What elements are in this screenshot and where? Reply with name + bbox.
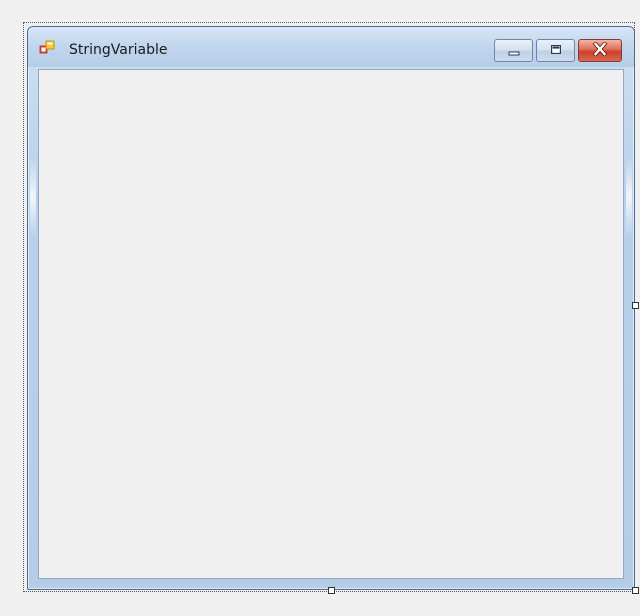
- title-bar[interactable]: StringVariable: [28, 27, 634, 67]
- frame-highlight-right: [626, 157, 632, 237]
- resize-handle-bottom-right[interactable]: [632, 587, 639, 594]
- winforms-app-icon: [39, 40, 55, 56]
- close-button[interactable]: [578, 39, 622, 62]
- form-client-area[interactable]: [38, 69, 624, 579]
- resize-handle-bottom[interactable]: [328, 587, 335, 594]
- form-window[interactable]: StringVariable: [27, 26, 635, 590]
- maximize-button[interactable]: [536, 39, 575, 62]
- frame-highlight-left: [30, 157, 36, 237]
- resize-handle-right[interactable]: [632, 302, 639, 309]
- minimize-icon: [507, 41, 521, 60]
- window-title: StringVariable: [69, 42, 168, 58]
- form-designer-surface: StringVariable: [0, 0, 640, 616]
- maximize-icon: [549, 41, 563, 60]
- minimize-button[interactable]: [494, 39, 533, 62]
- close-icon: [592, 41, 608, 60]
- window-controls: [494, 39, 622, 62]
